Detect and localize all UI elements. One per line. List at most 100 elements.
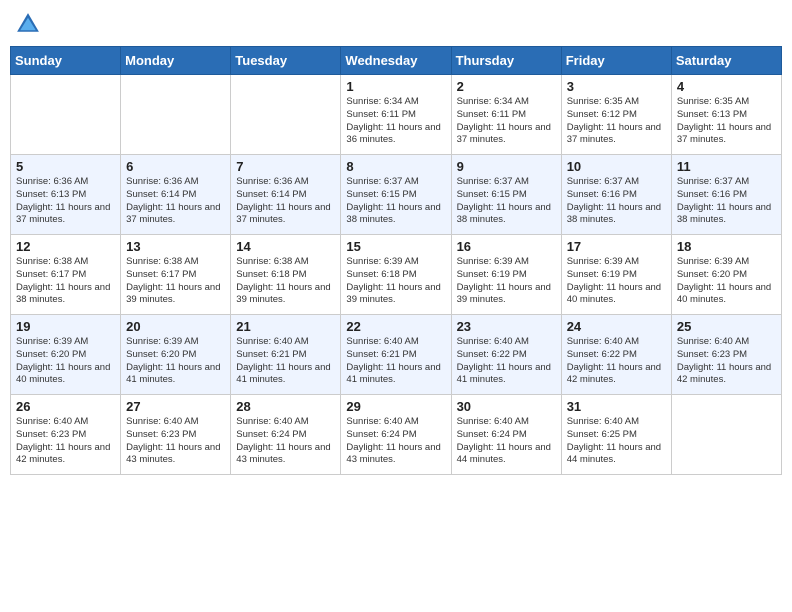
- day-number: 8: [346, 159, 445, 174]
- calendar-cell: 8 Sunrise: 6:37 AM Sunset: 6:15 PM Daylig…: [341, 155, 451, 235]
- day-info: Sunrise: 6:36 AM Sunset: 6:13 PM Dayligh…: [16, 176, 115, 227]
- day-info: Sunrise: 6:40 AM Sunset: 6:23 PM Dayligh…: [16, 416, 115, 467]
- calendar-cell: 14 Sunrise: 6:38 AM Sunset: 6:18 PM Dayli…: [231, 235, 341, 315]
- calendar-cell: 27 Sunrise: 6:40 AM Sunset: 6:23 PM Dayli…: [121, 395, 231, 475]
- day-info: Sunrise: 6:40 AM Sunset: 6:23 PM Dayligh…: [126, 416, 225, 467]
- day-info: Sunrise: 6:37 AM Sunset: 6:16 PM Dayligh…: [567, 176, 666, 227]
- day-number: 1: [346, 79, 445, 94]
- day-info: Sunrise: 6:37 AM Sunset: 6:15 PM Dayligh…: [457, 176, 556, 227]
- calendar-cell: 26Sunrise: 6:40 AM Sunset: 6:23 PM Dayli…: [11, 395, 121, 475]
- calendar-cell: 3 Sunrise: 6:35 AM Sunset: 6:12 PM Daylig…: [561, 75, 671, 155]
- day-info: Sunrise: 6:40 AM Sunset: 6:22 PM Dayligh…: [457, 336, 556, 387]
- day-info: Sunrise: 6:40 AM Sunset: 6:23 PM Dayligh…: [677, 336, 776, 387]
- day-number: 19: [16, 319, 115, 334]
- calendar-cell: 5 Sunrise: 6:36 AM Sunset: 6:13 PM Daylig…: [11, 155, 121, 235]
- day-number: 20: [126, 319, 225, 334]
- day-number: 7: [236, 159, 335, 174]
- day-number: 2: [457, 79, 556, 94]
- day-number: 24: [567, 319, 666, 334]
- day-header-sunday: Sunday: [11, 47, 121, 75]
- day-number: 6: [126, 159, 225, 174]
- day-info: Sunrise: 6:39 AM Sunset: 6:19 PM Dayligh…: [567, 256, 666, 307]
- calendar-cell: 29 Sunrise: 6:40 AM Sunset: 6:24 PM Dayli…: [341, 395, 451, 475]
- day-header-wednesday: Wednesday: [341, 47, 451, 75]
- day-header-tuesday: Tuesday: [231, 47, 341, 75]
- day-info: Sunrise: 6:35 AM Sunset: 6:12 PM Dayligh…: [567, 96, 666, 147]
- day-number: 28: [236, 399, 335, 414]
- day-info: Sunrise: 6:38 AM Sunset: 6:17 PM Dayligh…: [16, 256, 115, 307]
- page-header: [10, 10, 782, 38]
- calendar-cell: 18 Sunrise: 6:39 AM Sunset: 6:20 PM Dayli…: [671, 235, 781, 315]
- day-info: Sunrise: 6:40 AM Sunset: 6:24 PM Dayligh…: [457, 416, 556, 467]
- day-info: Sunrise: 6:34 AM Sunset: 6:11 PM Dayligh…: [346, 96, 445, 147]
- calendar-table: SundayMondayTuesdayWednesdayThursdayFrid…: [10, 46, 782, 475]
- calendar-cell: [11, 75, 121, 155]
- day-info: Sunrise: 6:38 AM Sunset: 6:18 PM Dayligh…: [236, 256, 335, 307]
- day-header-thursday: Thursday: [451, 47, 561, 75]
- calendar-cell: 19 Sunrise: 6:39 AM Sunset: 6:20 PM Dayli…: [11, 315, 121, 395]
- day-header-friday: Friday: [561, 47, 671, 75]
- logo: [14, 10, 44, 38]
- day-header-saturday: Saturday: [671, 47, 781, 75]
- calendar-week-4: 19 Sunrise: 6:39 AM Sunset: 6:20 PM Dayli…: [11, 315, 782, 395]
- calendar-cell: 4 Sunrise: 6:35 AM Sunset: 6:13 PM Daylig…: [671, 75, 781, 155]
- calendar-cell: [671, 395, 781, 475]
- day-info: Sunrise: 6:40 AM Sunset: 6:24 PM Dayligh…: [346, 416, 445, 467]
- day-number: 29: [346, 399, 445, 414]
- day-number: 15: [346, 239, 445, 254]
- day-number: 21: [236, 319, 335, 334]
- calendar-cell: 9Sunrise: 6:37 AM Sunset: 6:15 PM Daylig…: [451, 155, 561, 235]
- day-info: Sunrise: 6:34 AM Sunset: 6:11 PM Dayligh…: [457, 96, 556, 147]
- day-number: 27: [126, 399, 225, 414]
- day-number: 31: [567, 399, 666, 414]
- calendar-cell: 31 Sunrise: 6:40 AM Sunset: 6:25 PM Dayli…: [561, 395, 671, 475]
- calendar-cell: [121, 75, 231, 155]
- calendar-week-1: 1 Sunrise: 6:34 AM Sunset: 6:11 PM Daylig…: [11, 75, 782, 155]
- day-number: 18: [677, 239, 776, 254]
- day-number: 23: [457, 319, 556, 334]
- day-info: Sunrise: 6:40 AM Sunset: 6:22 PM Dayligh…: [567, 336, 666, 387]
- calendar-cell: 1 Sunrise: 6:34 AM Sunset: 6:11 PM Daylig…: [341, 75, 451, 155]
- calendar-cell: 23 Sunrise: 6:40 AM Sunset: 6:22 PM Dayli…: [451, 315, 561, 395]
- calendar-cell: 24 Sunrise: 6:40 AM Sunset: 6:22 PM Dayli…: [561, 315, 671, 395]
- calendar-cell: 25Sunrise: 6:40 AM Sunset: 6:23 PM Dayli…: [671, 315, 781, 395]
- day-info: Sunrise: 6:39 AM Sunset: 6:18 PM Dayligh…: [346, 256, 445, 307]
- day-info: Sunrise: 6:39 AM Sunset: 6:19 PM Dayligh…: [457, 256, 556, 307]
- day-number: 14: [236, 239, 335, 254]
- day-info: Sunrise: 6:37 AM Sunset: 6:15 PM Dayligh…: [346, 176, 445, 227]
- calendar-cell: 16 Sunrise: 6:39 AM Sunset: 6:19 PM Dayli…: [451, 235, 561, 315]
- calendar-cell: 15 Sunrise: 6:39 AM Sunset: 6:18 PM Dayli…: [341, 235, 451, 315]
- day-info: Sunrise: 6:40 AM Sunset: 6:21 PM Dayligh…: [346, 336, 445, 387]
- calendar-cell: 10 Sunrise: 6:37 AM Sunset: 6:16 PM Dayli…: [561, 155, 671, 235]
- day-number: 4: [677, 79, 776, 94]
- calendar-cell: 30Sunrise: 6:40 AM Sunset: 6:24 PM Dayli…: [451, 395, 561, 475]
- day-info: Sunrise: 6:40 AM Sunset: 6:21 PM Dayligh…: [236, 336, 335, 387]
- calendar-cell: 13Sunrise: 6:38 AM Sunset: 6:17 PM Dayli…: [121, 235, 231, 315]
- day-header-monday: Monday: [121, 47, 231, 75]
- day-number: 3: [567, 79, 666, 94]
- calendar-cell: 20 Sunrise: 6:39 AM Sunset: 6:20 PM Dayli…: [121, 315, 231, 395]
- day-number: 17: [567, 239, 666, 254]
- calendar-cell: 21 Sunrise: 6:40 AM Sunset: 6:21 PM Dayli…: [231, 315, 341, 395]
- day-number: 5: [16, 159, 115, 174]
- calendar-cell: 2 Sunrise: 6:34 AM Sunset: 6:11 PM Daylig…: [451, 75, 561, 155]
- day-info: Sunrise: 6:38 AM Sunset: 6:17 PM Dayligh…: [126, 256, 225, 307]
- day-number: 12: [16, 239, 115, 254]
- day-info: Sunrise: 6:39 AM Sunset: 6:20 PM Dayligh…: [126, 336, 225, 387]
- day-number: 16: [457, 239, 556, 254]
- day-info: Sunrise: 6:39 AM Sunset: 6:20 PM Dayligh…: [16, 336, 115, 387]
- calendar-cell: 22Sunrise: 6:40 AM Sunset: 6:21 PM Dayli…: [341, 315, 451, 395]
- calendar-cell: 28 Sunrise: 6:40 AM Sunset: 6:24 PM Dayli…: [231, 395, 341, 475]
- day-info: Sunrise: 6:40 AM Sunset: 6:25 PM Dayligh…: [567, 416, 666, 467]
- calendar-cell: 6 Sunrise: 6:36 AM Sunset: 6:14 PM Daylig…: [121, 155, 231, 235]
- day-number: 10: [567, 159, 666, 174]
- day-info: Sunrise: 6:40 AM Sunset: 6:24 PM Dayligh…: [236, 416, 335, 467]
- calendar-week-2: 5 Sunrise: 6:36 AM Sunset: 6:13 PM Daylig…: [11, 155, 782, 235]
- calendar-header-row: SundayMondayTuesdayWednesdayThursdayFrid…: [11, 47, 782, 75]
- day-info: Sunrise: 6:35 AM Sunset: 6:13 PM Dayligh…: [677, 96, 776, 147]
- calendar-cell: [231, 75, 341, 155]
- day-info: Sunrise: 6:39 AM Sunset: 6:20 PM Dayligh…: [677, 256, 776, 307]
- calendar-cell: 7Sunrise: 6:36 AM Sunset: 6:14 PM Daylig…: [231, 155, 341, 235]
- day-info: Sunrise: 6:37 AM Sunset: 6:16 PM Dayligh…: [677, 176, 776, 227]
- day-info: Sunrise: 6:36 AM Sunset: 6:14 PM Dayligh…: [126, 176, 225, 227]
